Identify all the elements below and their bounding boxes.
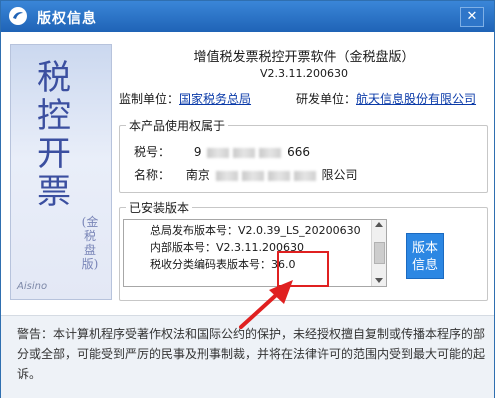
annotation-arrow-icon: [239, 280, 293, 329]
about-dialog: 版权信息 ✕ 税 控 开 票 (金税盘版) Aisino 增值税发票税控开票软件…: [0, 0, 495, 398]
